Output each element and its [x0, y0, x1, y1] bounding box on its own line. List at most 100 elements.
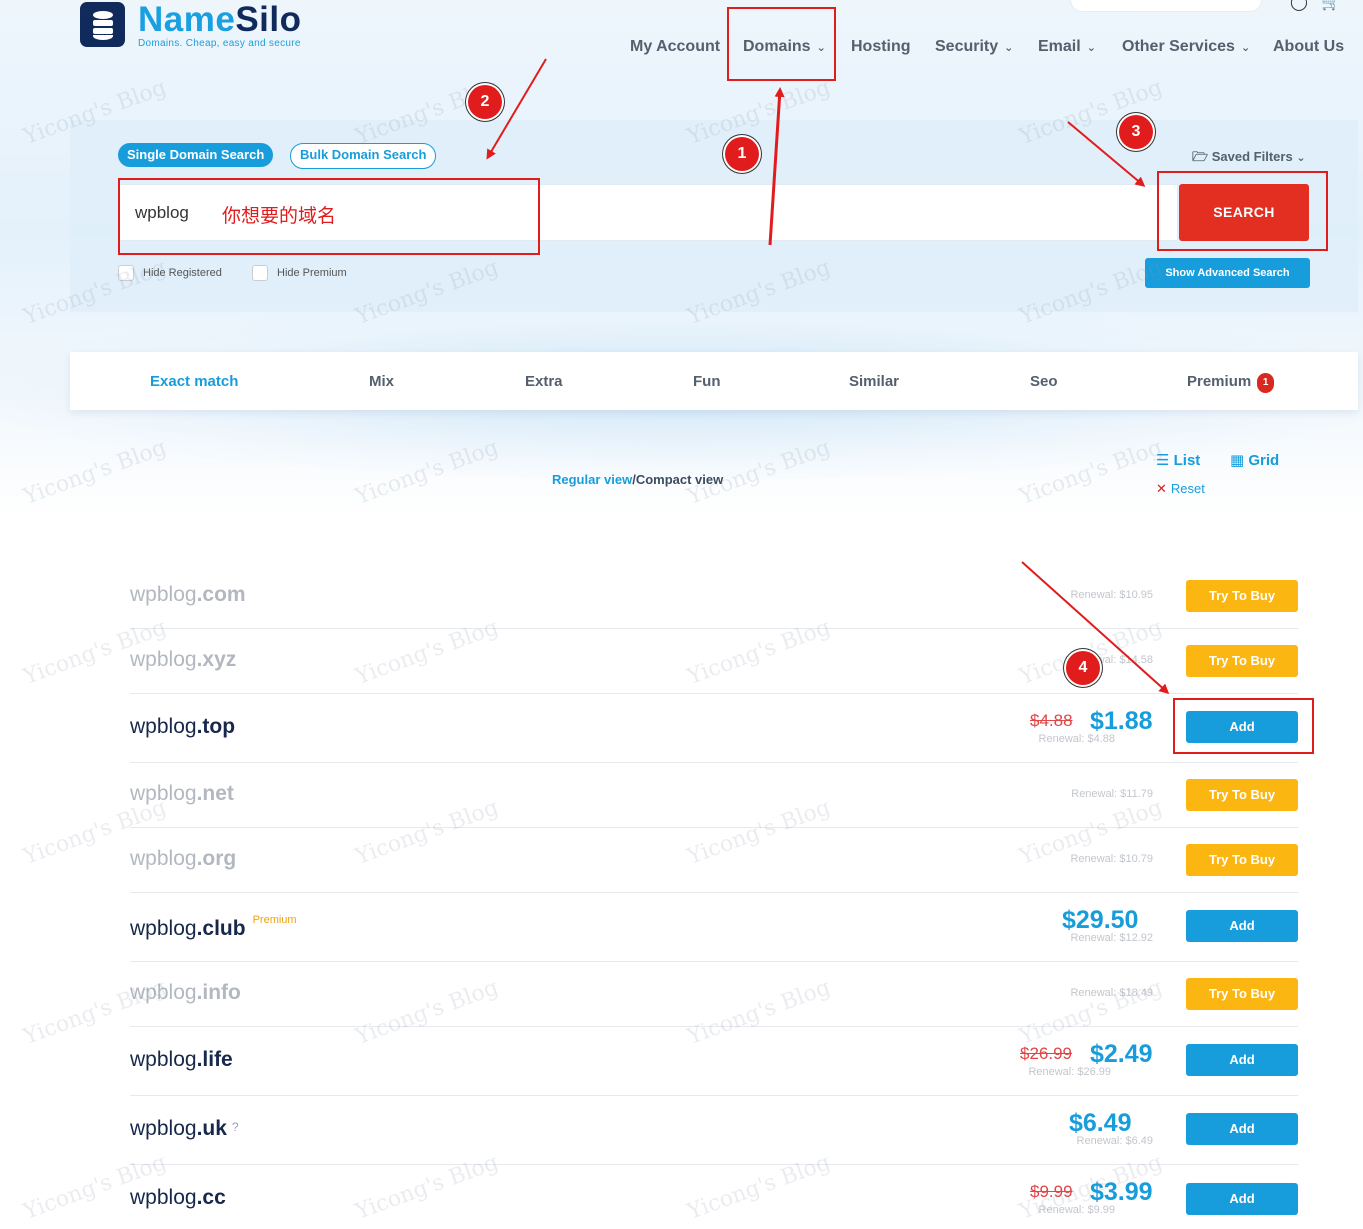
- folder-icon: 🗁: [1192, 149, 1209, 164]
- renewal-price: Renewal: $4.88: [1038, 733, 1115, 745]
- result-row: wpblog.org Renewal: $10.79 Try To Buy: [130, 827, 1298, 893]
- nav-security[interactable]: Security ⌄: [935, 38, 1013, 56]
- tab-exact-match[interactable]: Exact match: [150, 373, 238, 390]
- nav-my-account[interactable]: My Account: [630, 38, 720, 56]
- renewal-price: Renewal: $12.92: [1070, 932, 1153, 944]
- domain-name: wpblog.uk?: [130, 1117, 239, 1140]
- result-row: wpblog.info Renewal: $18.49 Try To Buy: [130, 961, 1298, 1027]
- chevron-down-icon: ⌄: [1004, 42, 1014, 54]
- domain-name: wpblog.top: [130, 715, 236, 738]
- premium-tag: Premium: [252, 914, 297, 926]
- annotation-number-2: 2: [468, 85, 502, 119]
- tab-extra[interactable]: Extra: [525, 373, 563, 390]
- annotation-number-4: 4: [1066, 651, 1100, 685]
- annotation-box-domains: [727, 7, 836, 81]
- sale-price: $1.88: [1090, 707, 1153, 735]
- add-button[interactable]: Add: [1186, 1183, 1298, 1215]
- reset-link[interactable]: ✕ Reset: [1156, 481, 1205, 497]
- tab-fun[interactable]: Fun: [693, 373, 721, 390]
- sale-price: $2.49: [1090, 1040, 1153, 1068]
- sale-price: $29.50: [1062, 906, 1139, 934]
- domain-name: wpblog.net: [130, 782, 234, 805]
- user-icon[interactable]: ◯: [1290, 0, 1308, 11]
- nav-other-services[interactable]: Other Services ⌄: [1122, 38, 1250, 56]
- tab-mix[interactable]: Mix: [369, 373, 394, 390]
- domain-name: wpblog.com: [130, 583, 246, 606]
- original-price: $4.88: [1030, 711, 1073, 730]
- nav-email[interactable]: Email ⌄: [1038, 38, 1096, 56]
- result-row: wpblog.net Renewal: $11.79 Try To Buy: [130, 762, 1298, 828]
- tab-premium[interactable]: Premium 1: [1187, 373, 1275, 393]
- try-to-buy-button[interactable]: Try To Buy: [1186, 580, 1298, 612]
- header-search-input[interactable]: [1070, 0, 1262, 12]
- try-to-buy-button[interactable]: Try To Buy: [1186, 645, 1298, 677]
- chevron-down-icon: ⌄: [1240, 42, 1251, 54]
- domain-name: wpblog.club Premium: [130, 914, 297, 940]
- compact-view-link[interactable]: Compact view: [636, 472, 723, 487]
- try-to-buy-button[interactable]: Try To Buy: [1186, 779, 1298, 811]
- brand-name: NameSilo: [138, 0, 302, 39]
- nav-hosting[interactable]: Hosting: [851, 38, 911, 56]
- list-icon: ☰: [1156, 452, 1170, 469]
- annotation-number-3: 3: [1119, 115, 1153, 149]
- grid-icon: ▦: [1230, 452, 1245, 469]
- original-price: $26.99: [1020, 1044, 1072, 1063]
- result-row: wpblog.com Renewal: $10.95 Try To Buy: [130, 563, 1298, 629]
- sale-price: $3.99: [1090, 1178, 1153, 1206]
- renewal-price: Renewal: $6.49: [1076, 1135, 1153, 1147]
- add-button[interactable]: Add: [1186, 1044, 1298, 1076]
- try-to-buy-button[interactable]: Try To Buy: [1186, 844, 1298, 876]
- try-to-buy-button[interactable]: Try To Buy: [1186, 978, 1298, 1010]
- result-row: wpblog.cc $9.99 $3.99 Renewal: $9.99 Add: [130, 1164, 1298, 1229]
- annotation-box-add-button: [1173, 698, 1314, 754]
- bulk-domain-search-tab[interactable]: Bulk Domain Search: [290, 143, 437, 169]
- renewal-price: Renewal: $10.79: [1070, 853, 1153, 865]
- original-price: $9.99: [1030, 1182, 1073, 1201]
- grid-view-toggle[interactable]: ▦ Grid: [1230, 451, 1279, 469]
- header-icons: ◯ 🛒: [1290, 0, 1341, 12]
- regular-view-link[interactable]: Regular view: [552, 472, 632, 487]
- result-row: wpblog.club Premium $29.50 Renewal: $12.9…: [130, 892, 1298, 962]
- annotation-box-search-button: [1157, 171, 1328, 251]
- checkbox-box[interactable]: [252, 265, 268, 281]
- result-tabs: Exact match Mix Extra Fun Similar Seo Pr…: [70, 352, 1358, 410]
- hide-registered-checkbox[interactable]: Hide Registered: [118, 265, 222, 281]
- domain-name: wpblog.info: [130, 981, 241, 1004]
- checkbox-box[interactable]: [118, 265, 134, 281]
- domain-name: wpblog.life: [130, 1048, 233, 1071]
- show-advanced-search-button[interactable]: Show Advanced Search: [1145, 258, 1310, 288]
- cart-icon[interactable]: 🛒: [1321, 0, 1341, 11]
- hide-premium-checkbox[interactable]: Hide Premium: [252, 265, 347, 281]
- renewal-price: Renewal: $9.99: [1038, 1204, 1115, 1216]
- tab-seo[interactable]: Seo: [1030, 373, 1058, 390]
- chevron-down-icon: ⌄: [1296, 152, 1306, 164]
- domain-name: wpblog.org: [130, 847, 237, 870]
- brand-tagline: Domains. Cheap, easy and secure: [138, 38, 301, 49]
- result-row: wpblog.uk? $6.49 Renewal: $6.49 Add: [130, 1095, 1298, 1165]
- close-icon: ✕: [1156, 481, 1167, 496]
- result-row: wpblog.life $26.99 $2.49 Renewal: $26.99…: [130, 1026, 1298, 1096]
- renewal-price: Renewal: $11.79: [1071, 788, 1153, 800]
- tab-similar[interactable]: Similar: [849, 373, 899, 390]
- nav-about-us[interactable]: About Us: [1273, 38, 1344, 56]
- renewal-price: Renewal: $10.95: [1070, 589, 1153, 601]
- chevron-down-icon: ⌄: [1086, 42, 1096, 54]
- help-icon[interactable]: ?: [232, 1120, 239, 1134]
- single-domain-search-tab[interactable]: Single Domain Search: [118, 143, 274, 167]
- renewal-price: Renewal: $26.99: [1028, 1066, 1111, 1078]
- renewal-price: Renewal: $18.49: [1070, 987, 1153, 999]
- domain-name: wpblog.xyz: [130, 648, 237, 671]
- sale-price: $6.49: [1069, 1109, 1132, 1137]
- result-row: wpblog.xyz Renewal: $14.58 Try To Buy: [130, 628, 1298, 694]
- annotation-box-search-input: [118, 178, 540, 255]
- domain-name: wpblog.cc: [130, 1186, 226, 1209]
- annotation-number-1: 1: [725, 137, 759, 171]
- add-button[interactable]: Add: [1186, 910, 1298, 942]
- view-switcher: Regular view/Compact view: [552, 472, 723, 487]
- database-icon: [80, 2, 125, 47]
- add-button[interactable]: Add: [1186, 1113, 1298, 1145]
- result-row: wpblog.top $4.88 $1.88 Renewal: $4.88 Ad…: [130, 693, 1298, 763]
- saved-filters-dropdown[interactable]: 🗁 Saved Filters ⌄: [1192, 148, 1306, 170]
- list-view-toggle[interactable]: ☰ List: [1156, 451, 1200, 469]
- brand-logo[interactable]: NameSilo Domains. Cheap, easy and secure: [80, 2, 302, 49]
